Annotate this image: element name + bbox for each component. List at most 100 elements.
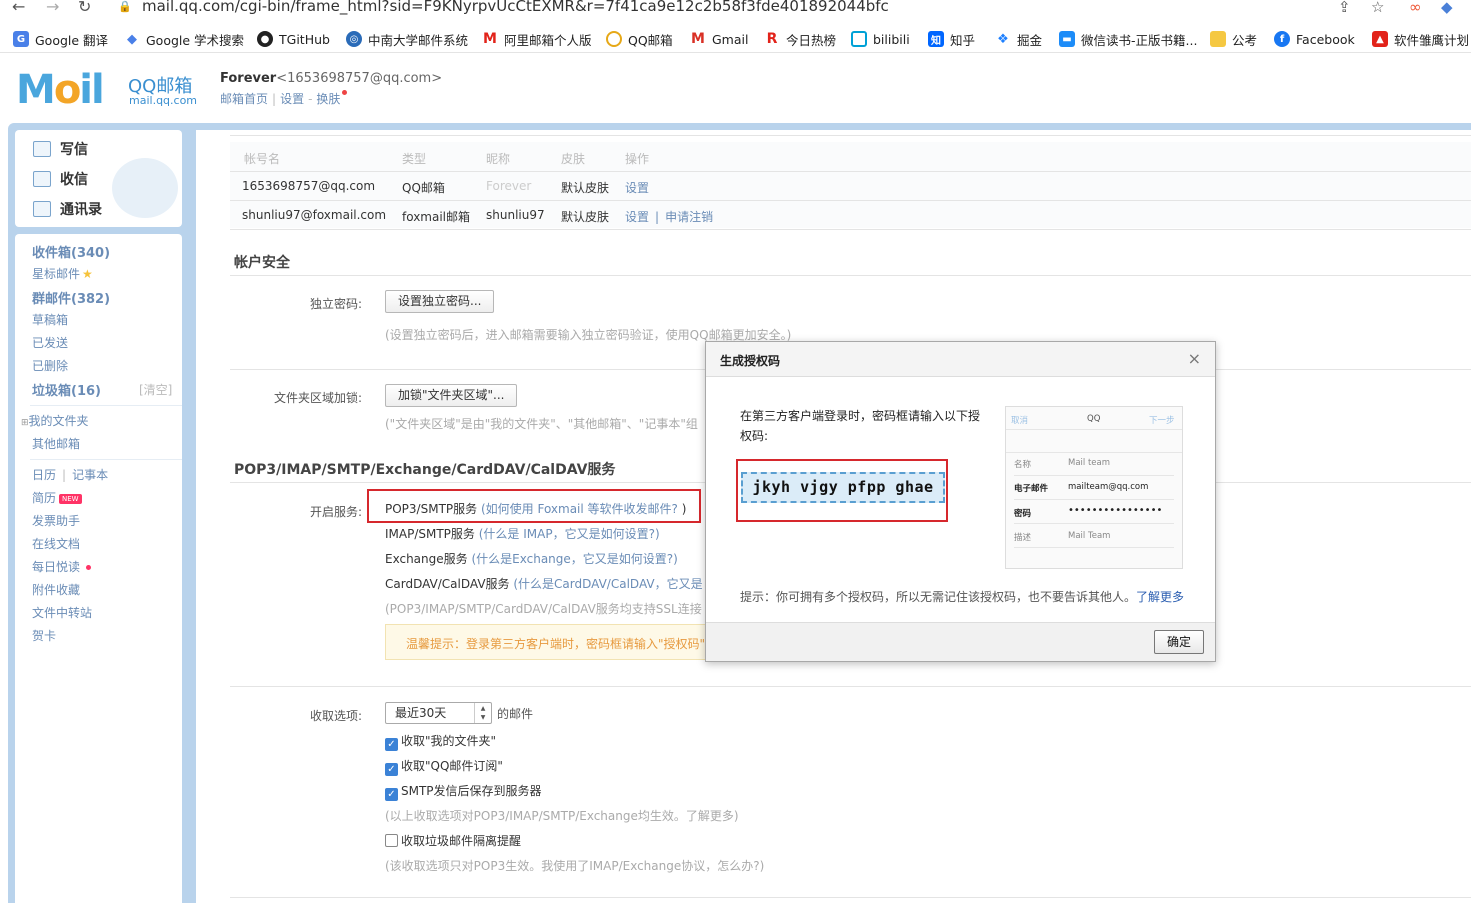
divider: [30, 405, 182, 406]
dialog-header: [706, 342, 1215, 377]
contacts-icon: [33, 201, 51, 217]
bookmark-gmail[interactable]: M Gmail: [690, 30, 748, 48]
dialog-title: 生成授权码: [720, 354, 781, 368]
share-icon[interactable]: ⇪: [1338, 0, 1351, 16]
sidebar-item-docs[interactable]: 在线文档: [32, 535, 80, 552]
receive-label: 收取选项:: [310, 709, 363, 723]
auth-code-dialog: 生成授权码 × 在第三方客户端登录时，密码框请输入以下授权码: jkyh vjg…: [705, 341, 1216, 662]
option-qq-subscribe[interactable]: ✓ 收取"QQ邮件订阅": [385, 757, 503, 776]
skin-link[interactable]: 换肤: [316, 92, 340, 106]
sidebar-item-inbox[interactable]: 收件箱(340): [32, 242, 110, 261]
contacts-button[interactable]: 通讯录: [33, 199, 102, 219]
divider: [230, 686, 1471, 687]
bookmark-weread[interactable]: ▬ 微信读书-正版书籍...: [1059, 30, 1197, 48]
set-password-button[interactable]: 设置独立密码...: [385, 290, 495, 313]
sidebar-item-drafts[interactable]: 草稿箱: [32, 311, 68, 328]
checkbox-checked[interactable]: ✓: [385, 788, 398, 801]
bookmark-gongkao[interactable]: 公考: [1210, 30, 1257, 48]
exchange-help-link[interactable]: (什么是Exchange，它又是如何设置?): [471, 552, 677, 566]
checkbox-unchecked[interactable]: [385, 834, 398, 847]
sidebar-item-resume[interactable]: 简历 NEW: [32, 489, 82, 506]
divider: [1014, 547, 1174, 548]
bookmark-facebook[interactable]: f Facebook: [1274, 30, 1355, 48]
bookmark-juejin[interactable]: ❖ 掘金: [995, 30, 1042, 48]
sidebar-item-invoice[interactable]: 发票助手: [32, 512, 80, 529]
bookmark-bilibili[interactable]: bilibili: [851, 30, 910, 48]
chevron-down-icon: ▲ ▼: [474, 703, 491, 723]
sidebar-item-attachments[interactable]: 附件收藏: [32, 581, 80, 598]
sidebar-item-spam[interactable]: 垃圾箱(16): [32, 380, 101, 399]
url-input[interactable]: mail.qq.com/cgi-bin/frame_html?sid=F9KNy…: [142, 0, 889, 15]
bookmark-qq-mail[interactable]: QQ邮箱: [606, 30, 673, 48]
expand-icon[interactable]: ⊞: [21, 418, 29, 428]
divider: [30, 459, 182, 460]
qqmail-logo[interactable]: Moil: [16, 70, 105, 110]
option-hint: (以上收取选项对POP3/IMAP/SMTP/Exchange均生效。了解更多): [385, 809, 739, 823]
auth-code[interactable]: jkyh vjgy pfpp ghae: [741, 472, 945, 503]
bookmark-software-eagle[interactable]: ▲ 软件雏鹰计划: [1372, 30, 1469, 48]
home-link[interactable]: 邮箱首页: [220, 92, 268, 106]
lock-icon[interactable]: 🔒: [118, 0, 132, 13]
bookmark-zhihu[interactable]: 知知乎: [928, 30, 975, 48]
calendar-link[interactable]: 日历: [32, 468, 56, 482]
sidebar-item-starred[interactable]: 星标邮件 ★: [32, 265, 93, 282]
folder-lock-label: 文件夹区域加锁:: [274, 391, 363, 405]
pop3-service: POP3/SMTP服务 (如何使用 Foxmail 等软件收发邮件? ): [385, 502, 687, 516]
profile-icon[interactable]: ◆: [1441, 0, 1453, 16]
header-links: 邮箱首页 | 设置 - 换肤: [220, 90, 348, 107]
imap-help-link[interactable]: (什么是 IMAP，它又是如何设置?): [479, 527, 660, 541]
divider: [1006, 452, 1182, 453]
option-smtp-save[interactable]: ✓ SMTP发信后保存到服务器: [385, 782, 542, 801]
divider: [230, 200, 1471, 201]
bookmark-tophub[interactable]: R 今日热榜: [764, 30, 836, 48]
sidebar-item-transfer[interactable]: 文件中转站: [32, 604, 92, 621]
bookmark-google-translate[interactable]: G Google 翻译: [13, 30, 108, 48]
sidebar-item-other-mail[interactable]: 其他邮箱: [32, 435, 80, 452]
forward-icon[interactable]: →: [46, 0, 59, 15]
eagle-icon: ▲: [1372, 31, 1388, 47]
carddav-help-link[interactable]: (什么是CardDAV/CalDAV，它又是: [513, 577, 702, 591]
bookmarks-bar: G Google 翻译 ◆ Google 学术搜索 ● TGitHub ◎ 中南大学邮件…: [0, 27, 1471, 53]
reload-icon[interactable]: ↻: [78, 0, 91, 15]
sidebar-item-cards[interactable]: 贺卡: [32, 627, 56, 644]
unread-dot: [86, 565, 92, 570]
lock-folder-button[interactable]: 加锁"文件夹区域"...: [385, 384, 518, 407]
account-settings-link[interactable]: 设置: [625, 210, 649, 224]
zhihu-icon: 知: [928, 31, 944, 47]
folder-icon: [1210, 31, 1226, 47]
divider: [230, 171, 1471, 172]
sidebar-item-my-folders[interactable]: ⊞我的文件夹: [21, 412, 89, 429]
clear-spam-link[interactable]: [清空]: [139, 381, 172, 398]
account-skin: 默认皮肤: [561, 181, 610, 195]
option-spam-notice[interactable]: 收取垃圾邮件隔离提醒: [385, 832, 521, 849]
divider: [230, 897, 1471, 898]
checkbox-checked[interactable]: ✓: [385, 738, 398, 751]
sidebar-item-group[interactable]: 群邮件(382): [32, 288, 110, 307]
option-my-folders[interactable]: ✓ 收取"我的文件夹": [385, 732, 496, 751]
github-icon: ●: [257, 31, 273, 47]
bookmark-csu-mail[interactable]: ◎ 中南大学邮件系统: [346, 30, 468, 48]
back-icon[interactable]: ←: [12, 0, 25, 15]
close-icon[interactable]: ×: [1188, 349, 1201, 368]
settings-link[interactable]: 设置: [280, 92, 304, 106]
sidebar-item-sent[interactable]: 已发送: [32, 334, 68, 351]
bookmark-google-scholar[interactable]: ◆ Google 学术搜索: [124, 30, 244, 48]
bookmark-star-icon[interactable]: ☆: [1371, 0, 1384, 16]
bookmark-aliyun-mail[interactable]: M 阿里邮箱个人版: [482, 30, 592, 48]
notes-link[interactable]: 记事本: [72, 468, 108, 482]
extension-icon[interactable]: ∞: [1409, 0, 1422, 16]
pop3-help-link[interactable]: (如何使用 Foxmail 等软件收发邮件?: [481, 502, 678, 516]
cancel-account-link[interactable]: 申请注销: [665, 210, 713, 224]
brand-en: mail.qq.com: [129, 94, 198, 107]
receive-range-select[interactable]: 最近30天 ▲ ▼: [385, 702, 492, 724]
account-settings-link[interactable]: 设置: [625, 179, 649, 196]
sidebar-item-daily[interactable]: 每日悦读: [32, 558, 92, 575]
checkbox-checked[interactable]: ✓: [385, 763, 398, 776]
learn-more-link[interactable]: 了解更多: [1136, 590, 1184, 604]
confirm-button[interactable]: 确定: [1154, 630, 1204, 654]
sidebar-item-deleted[interactable]: 已删除: [32, 357, 68, 374]
receive-button[interactable]: 收信: [33, 169, 88, 189]
compose-button[interactable]: 写信: [33, 139, 88, 159]
star-icon: ★: [82, 267, 93, 281]
bookmark-github[interactable]: ● TGitHub: [257, 30, 330, 48]
